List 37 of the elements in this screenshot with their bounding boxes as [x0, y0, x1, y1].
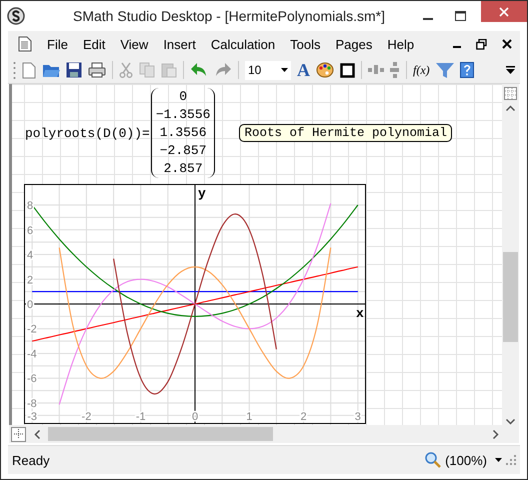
window-title: SMath Studio Desktop - [HermitePolynomials.sm*]	[72, 8, 386, 24]
tick-label: 8	[27, 200, 34, 212]
zoom-level[interactable]: (100%)	[445, 452, 487, 468]
menu-item[interactable]: File	[47, 36, 68, 52]
tick-label: -1	[136, 411, 146, 423]
tick-label: -3	[27, 411, 38, 423]
matrix-value: −1.3556	[156, 106, 210, 124]
tick-label: 2	[300, 411, 307, 423]
x-axis-title: x	[356, 306, 364, 321]
matrix-value: 0	[179, 88, 188, 106]
matrix-value: 2.857	[164, 160, 203, 178]
menu-item[interactable]: Insert	[163, 36, 196, 52]
tick-label: 6	[27, 224, 34, 237]
y-axis-title: y	[198, 186, 206, 201]
font-size-dropdown[interactable]: 10	[245, 60, 291, 80]
formula-text: polyroots(D(0))=	[25, 126, 150, 140]
menu-item[interactable]: Tools	[290, 36, 321, 52]
menu-item[interactable]: Help	[387, 36, 414, 52]
tick-label: -2	[27, 324, 37, 336]
tick-label: -4	[27, 348, 37, 360]
tick-label: 1	[246, 411, 252, 423]
tick-label: -2	[82, 411, 92, 423]
status-text: Ready	[12, 452, 50, 468]
font-color-button[interactable]: A	[297, 61, 310, 79]
tick-label: -6	[27, 373, 37, 386]
menu-item[interactable]: Pages	[336, 36, 372, 52]
menu-item[interactable]: Calculation	[210, 36, 276, 52]
menu-item[interactable]: Edit	[82, 36, 106, 52]
tick-label: 3	[354, 411, 361, 423]
tick-label: -8	[27, 398, 37, 410]
function-button[interactable]: f(x)	[413, 62, 430, 78]
tick-label: 2	[27, 274, 34, 286]
tick-label: 4	[27, 250, 34, 262]
comment-text: Roots of Hermite polynomial	[239, 124, 452, 142]
matrix-value: −2.857	[160, 142, 207, 160]
menu-item[interactable]: View	[120, 36, 148, 52]
matrix-value: 1.3556	[160, 124, 207, 142]
